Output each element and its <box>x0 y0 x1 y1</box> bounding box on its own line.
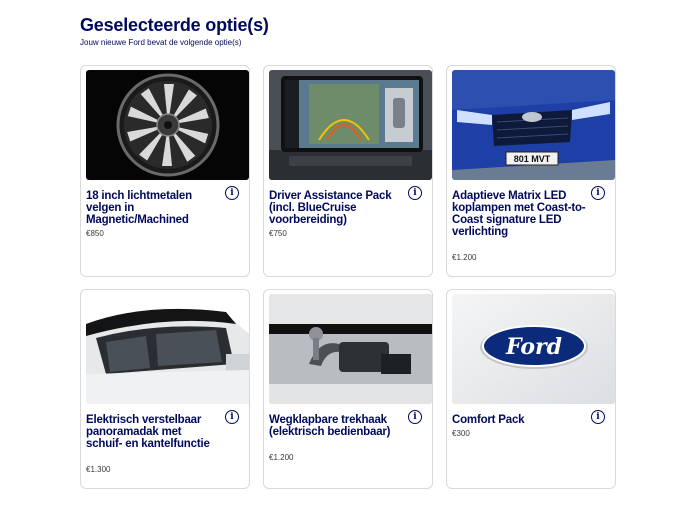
option-price: €1.300 <box>86 465 111 474</box>
option-card[interactable]: Wegklapbare trekhaak (elektrisch bedienb… <box>263 289 433 489</box>
option-title: Driver Assistance Pack (incl. BlueCruise… <box>269 190 392 226</box>
option-price: €1.200 <box>269 453 294 462</box>
option-title: Elektrisch verstelbaar panoramadak met s… <box>86 414 210 450</box>
page-title: Geselecteerde optie(s) <box>80 15 269 35</box>
option-card[interactable]: 18 inch lichtmetalen velgen in Magnetic/… <box>80 65 250 277</box>
panoramic-roof-image <box>86 294 249 404</box>
info-icon[interactable]: i <box>591 186 605 200</box>
option-price: €850 <box>86 229 104 238</box>
info-icon[interactable]: i <box>225 410 239 424</box>
option-card[interactable]: Driver Assistance Pack (incl. BlueCruise… <box>263 65 433 277</box>
tow-hitch-image <box>269 294 432 404</box>
info-icon[interactable]: i <box>408 410 422 424</box>
infotainment-screen-image <box>269 70 432 180</box>
option-title: Adaptieve Matrix LED koplampen met Coast… <box>452 190 586 238</box>
option-title: 18 inch lichtmetalen velgen in Magnetic/… <box>86 190 192 226</box>
option-title: Wegklapbare trekhaak (elektrisch bedienb… <box>269 414 391 438</box>
option-card[interactable]: Ford Comfort Pack i €300 <box>446 289 616 489</box>
ford-logo-text: Ford <box>505 334 562 360</box>
options-grid: 18 inch lichtmetalen velgen in Magnetic/… <box>80 65 618 489</box>
info-icon[interactable]: i <box>408 186 422 200</box>
option-price: €750 <box>269 229 287 238</box>
alloy-wheel-image <box>86 70 249 180</box>
car-front-blue-image: 801 MVT <box>452 70 615 180</box>
ford-logo-image: Ford <box>452 294 615 404</box>
option-price: €300 <box>452 429 470 438</box>
info-icon[interactable]: i <box>591 410 605 424</box>
page-subtitle: Jouw nieuwe Ford bevat de volgende optie… <box>80 38 242 47</box>
option-card[interactable]: Elektrisch verstelbaar panoramadak met s… <box>80 289 250 489</box>
option-title: Comfort Pack <box>452 414 525 426</box>
info-icon[interactable]: i <box>225 186 239 200</box>
header: Geselecteerde optie(s) Jouw nieuwe Ford … <box>80 14 620 48</box>
license-plate-text: 801 MVT <box>514 154 551 164</box>
option-price: €1.200 <box>452 253 477 262</box>
option-card[interactable]: 801 MVT Adaptieve Matrix LED koplampen m… <box>446 65 616 277</box>
